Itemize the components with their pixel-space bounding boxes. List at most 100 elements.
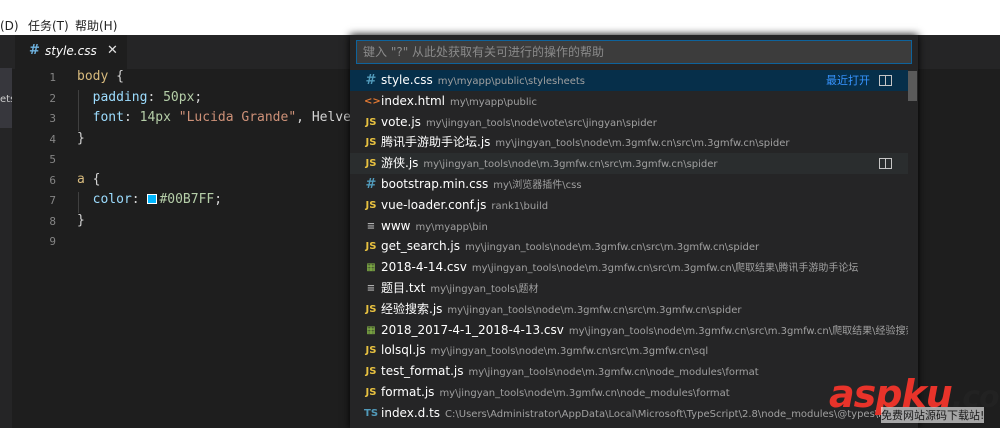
- quick-open-item-label: 2018_2017-4-1_2018-4-13.csv my\jingyan_to…: [381, 320, 908, 341]
- code-token: color: [77, 192, 132, 207]
- js-file-icon: JS: [365, 116, 377, 128]
- quick-open-item[interactable]: JS lolsql.js my\jingyan_tools\node\m.3gmfw…: [350, 340, 908, 361]
- file-name: 题目.txt: [381, 281, 426, 295]
- side-panel-tab[interactable]: ets: [0, 68, 15, 128]
- menu-item-help[interactable]: 帮助(H): [75, 17, 117, 35]
- quick-open-item-label: vue-loader.conf.js rank1\build: [381, 195, 548, 216]
- indent-guide: [78, 89, 79, 131]
- file-path: rank1\build: [491, 200, 549, 212]
- css-file-icon: #: [29, 43, 40, 58]
- code-line: a {: [77, 172, 100, 187]
- js-file-icon: JS: [365, 345, 377, 357]
- line-number: 4: [49, 132, 56, 146]
- quick-open-item-label: 题目.txt my\jingyan_tools\题材: [381, 278, 539, 299]
- file-path: my\jingyan_tools\题材: [430, 284, 539, 295]
- code-line: body {: [77, 69, 124, 84]
- quick-open-item[interactable]: JS vue-loader.conf.js rank1\build: [350, 195, 908, 216]
- quick-open-item[interactable]: # bootstrap.min.css my\浏览器插件\css: [350, 174, 908, 195]
- file-path: my\jingyan_tools\node\m.3gmfw.cn\src\m.3…: [464, 242, 760, 254]
- code-line: font: 14px "Lucida Grande", Helvetic: [77, 110, 375, 125]
- code-line: }: [77, 131, 85, 146]
- html-file-icon: <>: [364, 95, 381, 107]
- file-path: my\jingyan_tools\node\m.3gmfw.cn\src\m.3…: [447, 304, 742, 316]
- open-to-side-icon[interactable]: [879, 158, 892, 170]
- code-token: :: [131, 192, 148, 207]
- js-file-icon: JS: [365, 366, 377, 378]
- quick-open-input[interactable]: [357, 41, 911, 63]
- file-path: my\jingyan_tools\node\m.3gmfw.cn\src\m.3…: [495, 138, 790, 150]
- quick-open-item[interactable]: JS vote.js my\jingyan_tools\node\vote\src\…: [350, 112, 908, 133]
- quick-open-item[interactable]: TS index.d.ts C:\Users\Administrator\AppDa…: [350, 403, 908, 424]
- quick-open-item-label: index.html my\myapp\public: [381, 91, 537, 112]
- indent-guide: [78, 192, 79, 213]
- file-name: 经验搜索.js: [381, 301, 443, 316]
- js-file-icon: JS: [365, 137, 377, 149]
- file-name: style.css: [381, 73, 433, 87]
- file-name: 游侠.js: [381, 156, 419, 171]
- quick-open-item[interactable]: JS 游侠.js my\jingyan_tools\node\m.3gmfw.cn\…: [350, 153, 908, 175]
- quick-open-item[interactable]: JS 腾讯手游助手论坛.js my\jingyan_tools\node\m.3gm…: [350, 132, 908, 153]
- js-file-icon: JS: [365, 241, 377, 253]
- line-number: 7: [49, 194, 56, 207]
- quick-open-item[interactable]: JS test_format.js my\jingyan_tools\node\m.…: [350, 361, 908, 382]
- watermark-subtitle: 免费网站源码下载站!: [881, 407, 985, 423]
- quick-open-item[interactable]: JS 经验搜索.js my\jingyan_tools\node\m.3gmfw.c…: [350, 299, 908, 320]
- file-name: get_search.js: [381, 239, 460, 254]
- close-icon[interactable]: ✕: [107, 43, 118, 58]
- code-token: ;: [194, 89, 203, 105]
- csv-file-icon: ▦: [366, 324, 376, 336]
- line-number: 5: [49, 153, 56, 166]
- quick-open-item-label: format.js my\jingyan_tools\node\m.3gmfw.c…: [381, 382, 730, 403]
- tab-style-css[interactable]: # style.css ✕: [15, 35, 127, 69]
- recently-opened-label: 最近打开: [826, 74, 870, 87]
- code-line: color: #00B7FF;: [77, 192, 222, 207]
- quick-open-item[interactable]: ≡ 题目.txt my\jingyan_tools\题材: [350, 278, 908, 299]
- quick-open-item[interactable]: ≡ www my\myapp\bin: [350, 216, 908, 237]
- code-token: padding: [77, 89, 148, 105]
- palette-scroll-thumb[interactable]: [908, 71, 917, 101]
- menu-item-tasks[interactable]: 任务(T): [28, 17, 69, 35]
- code-token: }: [77, 212, 85, 228]
- quick-open-item-label: get_search.js my\jingyan_tools\node\m.3gm…: [381, 236, 759, 257]
- file-path: my\jingyan_tools\node\m.3gmfw.cn\src\m.3…: [423, 159, 718, 171]
- code-token: 14px: [139, 110, 171, 125]
- quick-open-item-label: style.css my\myapp\public\stylesheets: [381, 70, 585, 91]
- quick-open-item[interactable]: ▦ 2018_2017-4-1_2018-4-13.csv my\jingyan_t…: [350, 320, 908, 341]
- quick-open-item-label: index.d.ts C:\Users\Administrator\AppData…: [381, 403, 885, 424]
- file-name: vue-loader.conf.js: [381, 197, 487, 212]
- file-name: format.js: [381, 385, 435, 399]
- quick-open-item-label: www my\myapp\bin: [381, 216, 488, 237]
- file-name: index.d.ts: [381, 405, 441, 420]
- file-name: bootstrap.min.css: [381, 177, 489, 191]
- quick-open-item[interactable]: ▦ 2018-4-14.csv my\jingyan_tools\node\m.3g…: [350, 257, 908, 278]
- code-token: a: [77, 171, 85, 187]
- line-number: 8: [49, 214, 56, 228]
- file-name: 2018-4-14.csv: [381, 260, 467, 275]
- quick-open-item[interactable]: JS get_search.js my\jingyan_tools\node\m.3…: [350, 236, 908, 257]
- quick-open-item-label: 游侠.js my\jingyan_tools\node\m.3gmfw.cn\sr…: [381, 153, 718, 174]
- open-to-side-icon[interactable]: [879, 75, 892, 86]
- file-path: my\jingyan_tools\node\m.3gmfw.cn\node_mo…: [439, 388, 730, 399]
- tab-label: style.css: [45, 44, 97, 58]
- quick-open-search[interactable]: [356, 40, 912, 64]
- quick-open-item[interactable]: <> index.html my\myapp\public: [350, 91, 908, 112]
- color-swatch-icon[interactable]: [147, 194, 158, 204]
- watermark: aspku.com 免费网站源码下载站!: [829, 374, 1000, 426]
- code-token: ;: [214, 192, 223, 207]
- menu-item-d[interactable]: (D): [0, 17, 19, 35]
- js-file-icon: JS: [365, 303, 377, 315]
- file-name: index.html: [381, 93, 445, 108]
- js-file-icon: JS: [365, 387, 377, 398]
- quick-open-item-label: 腾讯手游助手论坛.js my\jingyan_tools\node\m.3gmfw…: [381, 132, 790, 153]
- quick-open-item-label: 2018-4-14.csv my\jingyan_tools\node\m.3gm…: [381, 257, 858, 278]
- file-path: C:\Users\Administrator\AppData\Local\Mic…: [445, 408, 885, 420]
- code-token: 50px: [163, 89, 195, 105]
- file-path: my\jingyan_tools\node\m.3gmfw.cn\src\m.3…: [471, 263, 859, 275]
- quick-open-item[interactable]: JS format.js my\jingyan_tools\node\m.3gmfw…: [350, 382, 908, 403]
- file-name: test_format.js: [381, 364, 464, 379]
- quick-open-item[interactable]: # style.css my\myapp\public\stylesheets 最近打…: [350, 70, 908, 91]
- file-path: my\myapp\public\stylesheets: [437, 76, 586, 87]
- js-file-icon: JS: [365, 199, 377, 211]
- code-token: }: [77, 130, 85, 146]
